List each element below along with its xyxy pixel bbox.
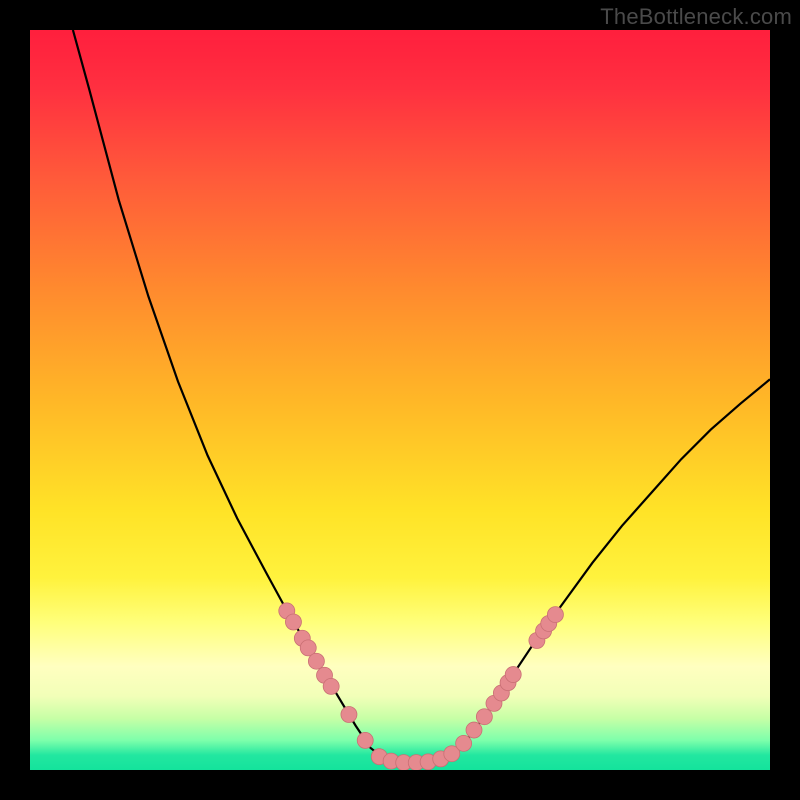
bottleneck-curve [73, 30, 770, 763]
datapoint [456, 735, 472, 751]
datapoint [466, 722, 482, 738]
plot-area [30, 30, 770, 770]
datapoint-group [279, 603, 564, 770]
datapoint [323, 678, 339, 694]
chart-frame: TheBottleneck.com [0, 0, 800, 800]
datapoint [308, 653, 324, 669]
datapoint [547, 607, 563, 623]
datapoint [505, 667, 521, 683]
datapoint [476, 709, 492, 725]
datapoint [341, 707, 357, 723]
datapoint [285, 614, 301, 630]
datapoint [357, 732, 373, 748]
watermark-text: TheBottleneck.com [600, 4, 792, 30]
chart-svg [30, 30, 770, 770]
